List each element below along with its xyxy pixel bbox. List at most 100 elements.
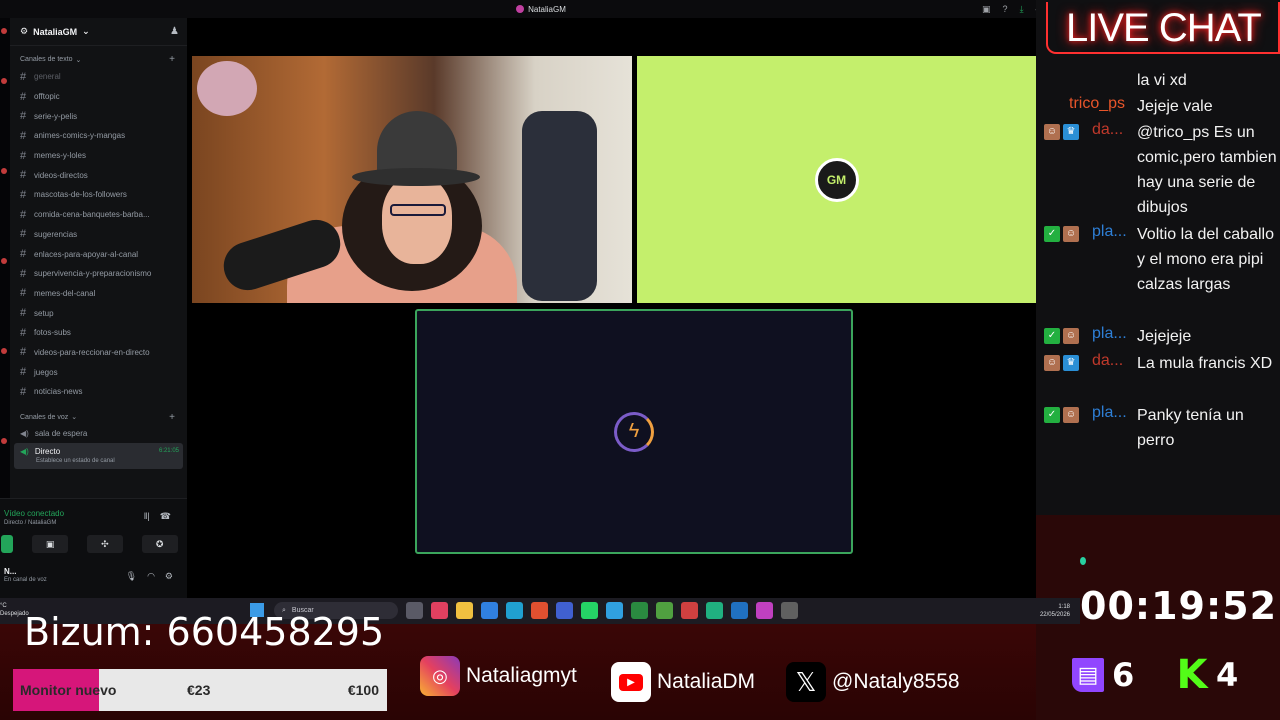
- store-icon[interactable]: [481, 602, 498, 619]
- mail-icon[interactable]: [731, 602, 748, 619]
- video-tile-loading[interactable]: ϟ: [415, 309, 853, 554]
- text-channel-4[interactable]: # memes-y-loles: [10, 146, 187, 166]
- text-channel-2[interactable]: # serie-y-pelis: [10, 106, 187, 126]
- app-icon[interactable]: [706, 602, 723, 619]
- speaker-icon: ◀): [20, 429, 29, 439]
- instagram-icon: ◎: [420, 656, 460, 696]
- microphone-icon[interactable]: 🎙: [126, 571, 137, 582]
- voice-category-header[interactable]: Canales de voz ⌄ +: [10, 402, 187, 425]
- edge-icon[interactable]: [506, 602, 523, 619]
- calendar-icon[interactable]: [556, 602, 573, 619]
- task-view-icon[interactable]: [406, 602, 423, 619]
- hash-icon: #: [20, 307, 27, 320]
- noise-suppression-icon[interactable]: ‖|: [144, 511, 150, 522]
- instagram-handle: ◎ Nataliagmyt: [420, 654, 577, 698]
- text-channel-14[interactable]: # videos-para-reccionar-en-directo: [10, 343, 187, 363]
- inbox-icon[interactable]: ▣: [982, 4, 991, 15]
- add-channel-icon[interactable]: +: [169, 412, 175, 423]
- text-channel-7[interactable]: # comida-cena-banquetes-barba...: [10, 205, 187, 225]
- whatsapp-icon[interactable]: [581, 602, 598, 619]
- server-badge[interactable]: [1, 168, 7, 174]
- disconnect-icon[interactable]: ☎: [160, 511, 171, 522]
- window-title: NataliaGM: [528, 4, 566, 14]
- twitch-count: 6: [1112, 656, 1135, 694]
- hash-icon: #: [20, 90, 27, 103]
- brave-icon[interactable]: [531, 602, 548, 619]
- settings-gear-icon[interactable]: ⚙: [165, 571, 173, 582]
- server-badge[interactable]: [1, 438, 7, 444]
- text-channel-1[interactable]: # offtopic: [10, 87, 187, 107]
- user-avatar-icon: ☺: [1063, 226, 1079, 242]
- hat-brim-shape: [352, 168, 480, 186]
- help-icon[interactable]: ?: [1003, 4, 1008, 15]
- server-badge[interactable]: [1, 28, 7, 34]
- text-channel-15[interactable]: # juegos: [10, 362, 187, 382]
- chat-badges: ✓ ☺: [1044, 226, 1079, 242]
- text-category-header[interactable]: Canales de texto ⌄ +: [10, 46, 187, 67]
- soundboard-button[interactable]: ✪: [141, 535, 178, 553]
- twitch-icon: ▤: [1072, 658, 1104, 692]
- discord-window: NataliaGM ▣ ? ⤓ – □ ⚙ NataliaGM ⌄ ♟ Cana…: [0, 0, 1082, 598]
- server-name: NataliaGM: [33, 26, 78, 37]
- hash-icon: #: [20, 385, 27, 398]
- video-tile-webcam[interactable]: [192, 56, 632, 303]
- chat-badges: ✓ ☺: [1044, 328, 1079, 344]
- chat-badges: ☺ ♛: [1044, 355, 1079, 371]
- x-name: @Nataly8558: [832, 670, 960, 693]
- server-badge[interactable]: [1, 78, 7, 84]
- video-tile-screen-share[interactable]: GM: [637, 56, 1036, 303]
- user-avatar-icon: ☺: [1044, 355, 1060, 371]
- channel-name: videos-para-reccionar-en-directo: [34, 347, 150, 357]
- instagram-name: Nataliagmyt: [466, 664, 577, 687]
- clock-date: 22/05/2026: [1039, 612, 1070, 618]
- screen-share-button[interactable]: ▣: [32, 535, 69, 553]
- channel-status[interactable]: Establece un estado de canal: [36, 458, 115, 464]
- obs-icon[interactable]: [681, 602, 698, 619]
- channel-name: videos-directos: [34, 170, 88, 180]
- chat-text: La mula francis XD: [1137, 355, 1273, 372]
- add-channel-icon[interactable]: +: [169, 54, 175, 65]
- file-explorer-icon[interactable]: [456, 602, 473, 619]
- telegram-icon[interactable]: [606, 602, 623, 619]
- hash-icon: #: [20, 208, 27, 221]
- copilot-icon[interactable]: [431, 602, 448, 619]
- gm-logo-icon: GM: [814, 157, 859, 202]
- voice-path[interactable]: Directo / NataliaGM: [4, 520, 56, 526]
- text-channel-0[interactable]: # general: [10, 67, 187, 87]
- play-icon[interactable]: [631, 602, 648, 619]
- activities-button[interactable]: ✣: [86, 535, 123, 553]
- voice-channel-sala-de-espera[interactable]: ◀) sala de espera: [10, 425, 187, 443]
- text-channel-5[interactable]: # videos-directos: [10, 165, 187, 185]
- add-member-icon[interactable]: ♟: [170, 26, 179, 37]
- voice-channel-directo[interactable]: ◀) Directo Establece un estado de canal …: [14, 442, 183, 469]
- text-channel-12[interactable]: # setup: [10, 303, 187, 323]
- text-channel-6[interactable]: # mascotas-de-los-followers: [10, 185, 187, 205]
- bizum-number: Bizum: 660458295: [24, 610, 385, 654]
- server-badge[interactable]: [1, 258, 7, 264]
- text-channel-9[interactable]: # enlaces-para-apoyar-al-canal: [10, 244, 187, 264]
- taskbar-clock[interactable]: 1:18 22/05/2026: [1040, 603, 1070, 619]
- user-name[interactable]: N...: [4, 567, 16, 576]
- channel-name: memes-y-loles: [34, 151, 87, 161]
- user-avatar-icon: ☺: [1063, 407, 1079, 423]
- channel-name: comida-cena-banquetes-barba...: [34, 210, 150, 220]
- camera-button[interactable]: [1, 535, 14, 553]
- download-icon[interactable]: ⤓: [1020, 4, 1024, 15]
- text-channel-13[interactable]: # fotos-subs: [10, 323, 187, 343]
- text-channel-8[interactable]: # sugerencias: [10, 225, 187, 245]
- hash-icon: #: [20, 326, 27, 339]
- server-badge[interactable]: [1, 348, 7, 354]
- youtube-handle: ▶ NataliaDM: [611, 660, 755, 704]
- headphones-icon[interactable]: ◠: [147, 571, 155, 582]
- text-channel-16[interactable]: # noticias-news: [10, 382, 187, 402]
- user-status: En canal de voz: [4, 577, 47, 583]
- discord-icon[interactable]: [756, 602, 773, 619]
- terminal-icon[interactable]: [781, 602, 798, 619]
- server-header[interactable]: ⚙ NataliaGM ⌄ ♟: [10, 18, 187, 46]
- text-channel-3[interactable]: # animes-comics-y-mangas: [10, 126, 187, 146]
- text-channel-10[interactable]: # supervivencia-y-preparacionismo: [10, 264, 187, 284]
- crown-badge-icon: ♛: [1063, 355, 1079, 371]
- text-channel-11[interactable]: # memes-del-canal: [10, 284, 187, 304]
- xbox-icon[interactable]: [656, 602, 673, 619]
- text-channel-list: # general # offtopic # serie-y-pelis # animes-c…: [10, 67, 187, 402]
